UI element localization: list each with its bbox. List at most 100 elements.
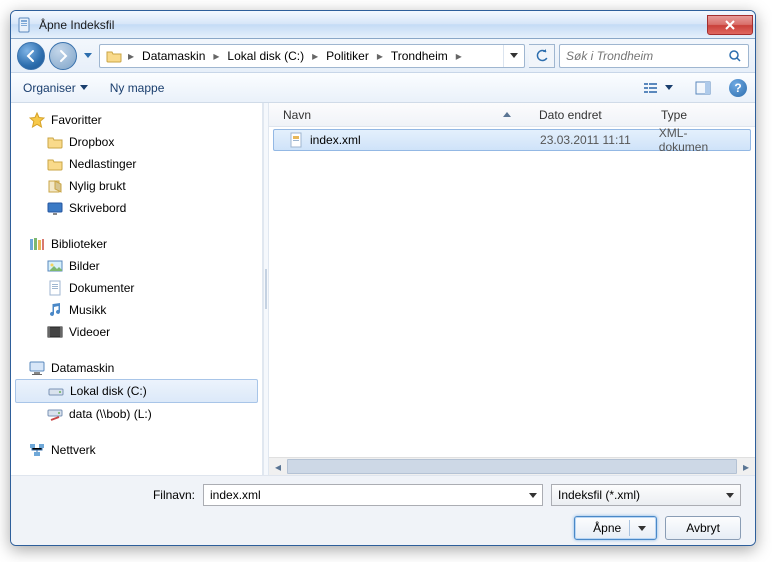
folder-icon <box>100 48 126 64</box>
scroll-right-button[interactable]: ▸ <box>737 458 755 475</box>
tree-label: Musikk <box>69 303 106 317</box>
filename-label: Filnavn: <box>25 488 195 502</box>
open-label: Åpne <box>593 521 621 535</box>
navigation-tree[interactable]: Favoritter Dropbox Nedlastinger Nylig br… <box>11 103 263 475</box>
new-folder-label: Ny mappe <box>110 81 165 95</box>
chevron-right-icon[interactable]: ▸ <box>211 49 221 63</box>
new-folder-button[interactable]: Ny mappe <box>106 78 169 98</box>
search-icon <box>728 49 742 63</box>
titlebar[interactable]: Åpne Indeksfil <box>11 11 755 39</box>
tree-label: Nylig brukt <box>69 179 126 193</box>
tree-label: Biblioteker <box>51 237 107 251</box>
dialog-body: Favoritter Dropbox Nedlastinger Nylig br… <box>11 103 755 475</box>
chevron-right-icon[interactable]: ▸ <box>375 49 385 63</box>
chevron-right-icon[interactable]: ▸ <box>126 49 136 63</box>
dialog-footer: Filnavn: Indeksfil (*.xml) Åpne Avbryt <box>11 475 755 546</box>
tree-group-favorites[interactable]: Favoritter <box>11 109 262 131</box>
tree-group-libraries[interactable]: Biblioteker <box>11 233 262 255</box>
network-drive-icon <box>47 406 63 422</box>
file-modified: 23.03.2011 11:11 <box>540 133 631 147</box>
tree-label: Lokal disk (C:) <box>70 384 147 398</box>
network-icon <box>29 442 45 458</box>
close-button[interactable] <box>707 15 753 35</box>
column-type[interactable]: Type <box>647 103 701 126</box>
desktop-icon <box>47 200 63 216</box>
address-bar[interactable]: ▸ Datamaskin ▸ Lokal disk (C:) ▸ Politik… <box>99 44 525 68</box>
tree-item-network-drive[interactable]: data (\\bob) (L:) <box>11 403 262 425</box>
column-modified[interactable]: Dato endret <box>525 103 647 126</box>
recent-icon <box>47 178 63 194</box>
file-list-area: Navn Dato endret Type index.xml 23.03.20… <box>269 103 755 475</box>
cancel-button[interactable]: Avbryt <box>665 516 741 540</box>
chevron-down-icon[interactable] <box>638 526 646 531</box>
splitter[interactable] <box>263 103 269 475</box>
window-title: Åpne Indeksfil <box>39 18 707 32</box>
tree-group-network[interactable]: Nettverk <box>11 439 262 461</box>
organize-label: Organiser <box>23 81 76 95</box>
tree-item-downloads[interactable]: Nedlastinger <box>11 153 262 175</box>
breadcrumb-segment[interactable]: Politiker <box>320 45 375 67</box>
tree-item-desktop[interactable]: Skrivebord <box>11 197 262 219</box>
filename-input[interactable] <box>204 488 524 502</box>
search-box[interactable] <box>559 44 749 68</box>
tree-label: Nedlastinger <box>69 157 136 171</box>
tree-label: data (\\bob) (L:) <box>69 407 152 421</box>
libraries-icon <box>29 236 45 252</box>
chevron-right-icon[interactable]: ▸ <box>310 49 320 63</box>
preview-pane-toggle[interactable] <box>691 78 715 98</box>
file-type: XML-dokumen <box>659 127 736 154</box>
view-options[interactable] <box>639 78 677 98</box>
tree-label: Videoer <box>69 325 110 339</box>
horizontal-scrollbar[interactable]: ◂ ▸ <box>269 457 755 475</box>
tree-label: Dropbox <box>69 135 114 149</box>
app-icon <box>17 17 33 33</box>
tree-item-documents[interactable]: Dokumenter <box>11 277 262 299</box>
tree-group-computer[interactable]: Datamaskin <box>11 357 262 379</box>
cancel-label: Avbryt <box>686 521 720 535</box>
filetype-label: Indeksfil (*.xml) <box>558 488 726 502</box>
file-name: index.xml <box>310 133 361 147</box>
chevron-right-icon[interactable]: ▸ <box>454 49 464 63</box>
filename-dropdown[interactable] <box>524 485 542 505</box>
help-button[interactable]: ? <box>729 79 747 97</box>
breadcrumb-segment[interactable]: Trondheim <box>385 45 454 67</box>
folder-icon <box>47 156 63 172</box>
back-button[interactable] <box>17 42 45 70</box>
drive-icon <box>48 383 64 399</box>
tree-label: Skrivebord <box>69 201 126 215</box>
address-dropdown[interactable] <box>503 45 524 67</box>
tree-item-recent[interactable]: Nylig brukt <box>11 175 262 197</box>
filetype-combobox[interactable]: Indeksfil (*.xml) <box>551 484 741 506</box>
recent-locations-dropdown[interactable] <box>81 45 95 67</box>
tree-item-local-disk[interactable]: Lokal disk (C:) <box>15 379 258 403</box>
forward-button[interactable] <box>49 42 77 70</box>
tree-item-music[interactable]: Musikk <box>11 299 262 321</box>
column-label: Dato endret <box>539 108 602 122</box>
search-input[interactable] <box>566 49 728 63</box>
open-button[interactable]: Åpne <box>574 516 657 540</box>
breadcrumb-segment[interactable]: Lokal disk (C:) <box>221 45 310 67</box>
nav-bar: ▸ Datamaskin ▸ Lokal disk (C:) ▸ Politik… <box>11 39 755 73</box>
computer-icon <box>29 360 45 376</box>
breadcrumb-segment[interactable]: Datamaskin <box>136 45 211 67</box>
tree-item-pictures[interactable]: Bilder <box>11 255 262 277</box>
file-list[interactable]: index.xml 23.03.2011 11:11 XML-dokumen <box>269 127 755 457</box>
scroll-thumb[interactable] <box>287 459 737 474</box>
documents-icon <box>47 280 63 296</box>
scroll-left-button[interactable]: ◂ <box>269 458 287 475</box>
tree-item-dropbox[interactable]: Dropbox <box>11 131 262 153</box>
tree-label: Bilder <box>69 259 100 273</box>
file-row[interactable]: index.xml 23.03.2011 11:11 XML-dokumen <box>273 129 751 151</box>
star-icon <box>29 112 45 128</box>
refresh-button[interactable] <box>529 44 555 68</box>
column-name[interactable]: Navn <box>269 103 525 126</box>
tree-item-videos[interactable]: Videoer <box>11 321 262 343</box>
column-label: Navn <box>283 108 311 122</box>
filename-combobox[interactable] <box>203 484 543 506</box>
organize-menu[interactable]: Organiser <box>19 78 92 98</box>
videos-icon <box>47 324 63 340</box>
tree-label: Favoritter <box>51 113 102 127</box>
toolbar: Organiser Ny mappe ? <box>11 73 755 103</box>
tree-label: Nettverk <box>51 443 96 457</box>
pictures-icon <box>47 258 63 274</box>
